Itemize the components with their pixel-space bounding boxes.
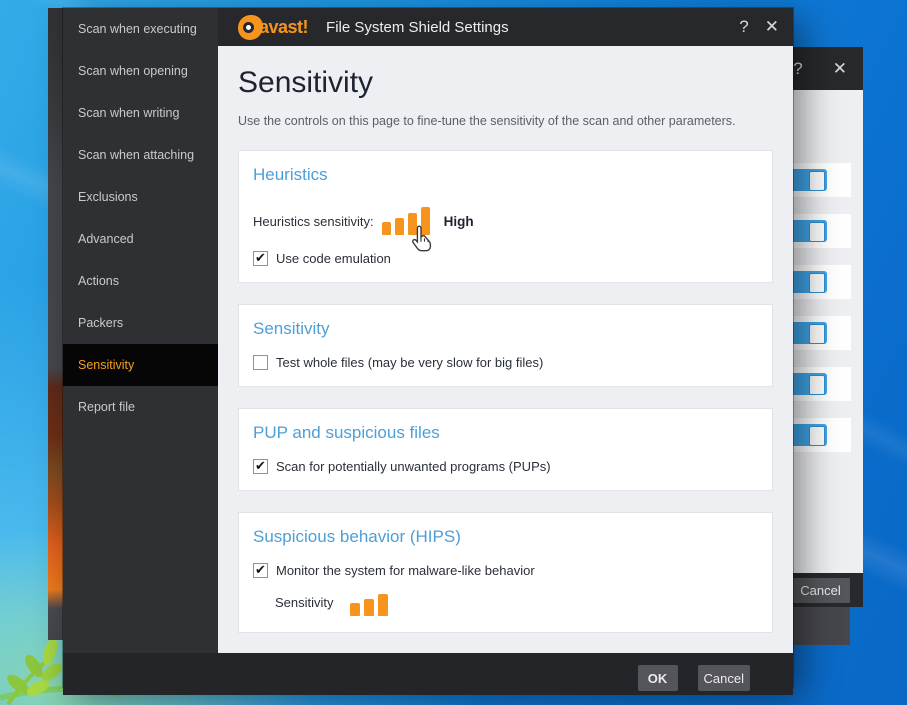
cursor-hand-icon: [411, 225, 431, 252]
page-subtitle: Use the controls on this page to fine-tu…: [238, 114, 736, 128]
test-whole-files-checkbox[interactable]: [253, 355, 268, 370]
sidebar-item-scan-when-executing[interactable]: Scan when executing: [63, 8, 218, 50]
avast-logo-text: avast!: [259, 16, 309, 37]
slider-bar: [349, 603, 360, 616]
hips-sensitivity-slider[interactable]: [349, 588, 388, 616]
file-system-shield-settings-dialog: Scan when executing Scan when opening Sc…: [63, 8, 793, 695]
settings-sidebar: Scan when executing Scan when opening Sc…: [63, 8, 218, 653]
sensitivity-card: Sensitivity Test whole files (may be ver…: [238, 304, 773, 387]
use-code-emulation-checkbox[interactable]: [253, 250, 268, 266]
toggle-switch[interactable]: [790, 271, 827, 293]
dialog-titlebar: avast! File System Shield Settings ? ✕: [218, 8, 793, 46]
close-icon[interactable]: ✕: [765, 17, 779, 37]
heuristics-sensitivity-slider[interactable]: [381, 207, 431, 252]
toggle-knob: [809, 222, 825, 242]
monitor-behavior-checkbox[interactable]: [253, 562, 268, 578]
slider-bar: [394, 218, 404, 235]
toggle-knob: [809, 273, 825, 293]
toggle-switch[interactable]: [790, 424, 827, 446]
toggle-knob: [809, 324, 825, 344]
sensitivity-heading: Sensitivity: [253, 319, 330, 338]
dialog-footer: OK Cancel: [63, 653, 793, 695]
heuristics-heading: Heuristics: [253, 165, 328, 184]
toggle-switch[interactable]: [790, 373, 827, 395]
sidebar-item-packers[interactable]: Packers: [63, 302, 218, 344]
avast-logo-icon: avast!: [238, 14, 309, 40]
sidebar-item-report-file[interactable]: Report file: [63, 386, 218, 428]
cancel-button[interactable]: Cancel: [697, 665, 750, 691]
pup-card: PUP and suspicious files Scan for potent…: [238, 408, 773, 491]
sidebar-item-sensitivity[interactable]: Sensitivity: [63, 344, 218, 386]
sidebar-item-advanced[interactable]: Advanced: [63, 218, 218, 260]
heuristics-sensitivity-value: High: [443, 213, 474, 229]
test-whole-files-label: Test whole files (may be very slow for b…: [276, 355, 544, 370]
dialog-title: File System Shield Settings: [326, 18, 509, 36]
cancel-button[interactable]: Cancel: [791, 578, 850, 603]
toggle-knob: [809, 171, 825, 191]
scan-pups-label: Scan for potentially unwanted programs (…: [276, 459, 551, 474]
toggle-switch[interactable]: [790, 322, 827, 344]
toggle-knob: [809, 375, 825, 395]
sidebar-item-scan-when-attaching[interactable]: Scan when attaching: [63, 134, 218, 176]
hips-card: Suspicious behavior (HIPS) Monitor the s…: [238, 512, 773, 633]
page-title: Sensitivity: [238, 66, 374, 99]
avast-main-window-bottom-corner: [793, 607, 850, 645]
close-icon[interactable]: ✕: [833, 59, 847, 79]
hips-heading: Suspicious behavior (HIPS): [253, 527, 461, 546]
sidebar-item-actions[interactable]: Actions: [63, 260, 218, 302]
pup-heading: PUP and suspicious files: [253, 423, 440, 442]
sidebar-item-scan-when-opening[interactable]: Scan when opening: [63, 50, 218, 92]
slider-bar: [381, 222, 391, 235]
heuristics-sensitivity-label: Heuristics sensitivity:: [253, 213, 374, 229]
sidebar-item-scan-when-writing[interactable]: Scan when writing: [63, 92, 218, 134]
help-icon[interactable]: ?: [793, 59, 802, 79]
toggle-switch[interactable]: [790, 220, 827, 242]
scan-pups-checkbox[interactable]: [253, 458, 268, 474]
use-code-emulation-label: Use code emulation: [276, 251, 391, 266]
help-icon[interactable]: ?: [739, 17, 748, 37]
toggle-switch[interactable]: [790, 169, 827, 191]
slider-bar: [377, 594, 388, 616]
hips-sensitivity-label: Sensitivity: [275, 594, 334, 610]
settings-page: Sensitivity Use the controls on this pag…: [218, 46, 793, 653]
heuristics-card: Heuristics Heuristics sensitivity: High: [238, 150, 773, 283]
monitor-behavior-label: Monitor the system for malware-like beha…: [276, 563, 535, 578]
avast-main-window-left-edge: [48, 8, 63, 640]
toggle-knob: [809, 426, 825, 446]
slider-bar: [363, 599, 374, 616]
sidebar-item-exclusions[interactable]: Exclusions: [63, 176, 218, 218]
ok-button[interactable]: OK: [637, 665, 678, 691]
